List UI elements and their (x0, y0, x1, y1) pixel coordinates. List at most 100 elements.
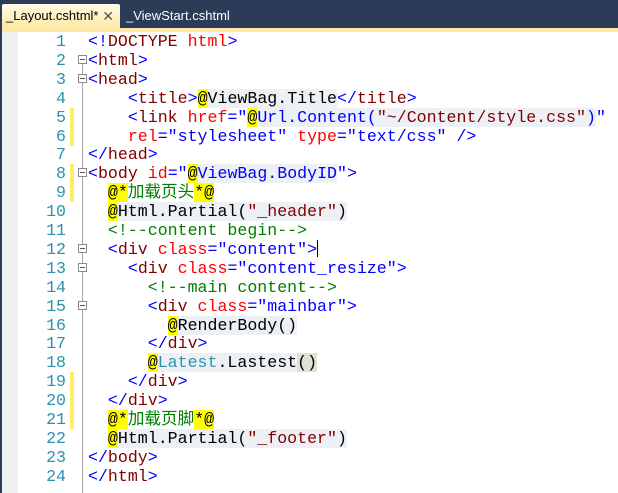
code-token: </ (88, 447, 108, 467)
close-icon[interactable]: ✕ (102, 4, 114, 28)
collapse-icon[interactable] (78, 243, 87, 253)
code-text: <!DOCTYPE html> (88, 32, 237, 51)
line-number: 13 (46, 258, 66, 278)
code-text: @Html.Partial("_header") (88, 202, 347, 222)
collapse-icon[interactable] (78, 262, 87, 272)
code-token: @ (147, 353, 158, 373)
code-token: > (227, 32, 238, 51)
tab-viewstart-cshtml[interactable]: _ViewStart.cshtml (122, 4, 230, 28)
code-token: < (107, 239, 118, 259)
code-line[interactable]: 18 @Latest.Lastest() (2, 353, 618, 373)
code-token: @ (247, 107, 258, 127)
code-text: <div class="mainbar"> (88, 297, 357, 316)
code-token: rel (127, 126, 158, 146)
code-line[interactable]: 17 </div> (2, 334, 618, 353)
code-token: ="text/css" (336, 126, 447, 146)
code-line[interactable]: 7 </head> (2, 145, 618, 164)
tab-layout-cshtml[interactable]: _Layout.cshtml* ✕ (2, 4, 120, 28)
code-token: *@ (194, 410, 215, 429)
code-token: 加载页脚 (127, 410, 195, 429)
change-marker (70, 183, 74, 203)
code-line[interactable]: 14 <!--main content--> (2, 278, 618, 297)
code-text: <link href="@Url.Content("~/Content/styl… (88, 107, 606, 127)
code-line[interactable]: 5 <link href="@Url.Content("~/Content/st… (2, 107, 618, 127)
code-token: <!--content begin--> (107, 221, 308, 240)
code-line[interactable]: 23 </body> (2, 448, 618, 467)
code-token: @* (107, 183, 128, 203)
code-text: </body> (88, 448, 158, 467)
code-token: div (127, 391, 158, 411)
code-token: div (157, 296, 188, 316)
code-token: < (127, 258, 138, 278)
code-token: ) (585, 107, 596, 127)
code-token: </ (88, 145, 108, 165)
code-token: html (107, 466, 148, 486)
code-editor[interactable]: 1 <!DOCTYPE html> 2 <html> 3 <head> 4 <title>@… (2, 32, 618, 493)
code-token: div (167, 334, 198, 354)
code-token: > (147, 466, 158, 486)
code-line[interactable]: 11 <!--content begin--> (2, 221, 618, 240)
code-token: ) (336, 428, 347, 448)
code-token: < (88, 50, 98, 70)
code-line[interactable]: 9 @*加载页头*@ (2, 183, 618, 203)
change-marker (70, 410, 74, 429)
code-line[interactable]: 1 <!DOCTYPE html> (2, 32, 618, 51)
code-token: <! (88, 32, 108, 51)
code-token: > (137, 69, 148, 89)
line-number: 18 (46, 353, 66, 373)
code-token: @ (167, 315, 178, 335)
code-token: =" (227, 107, 248, 127)
code-text: @*加载页头*@ (88, 183, 215, 203)
code-line[interactable]: 8 <body id="@ViewBag.BodyID"> (2, 164, 618, 184)
code-token: > (147, 145, 158, 165)
code-token: ViewBag.Title (207, 88, 337, 108)
code-line[interactable]: 4 <title>@ViewBag.Title</title> (2, 88, 618, 108)
code-text: <div class="content_resize"> (88, 259, 407, 278)
code-token: @ (187, 164, 198, 184)
code-token: DOCTYPE (107, 32, 178, 51)
code-token: </ (337, 88, 357, 108)
collapse-icon[interactable] (78, 73, 87, 83)
code-token: RenderBody() (177, 315, 298, 335)
code-token: > (406, 88, 417, 108)
code-line[interactable]: 10 @Html.Partial("_header") (2, 202, 618, 222)
code-token: @ (107, 428, 118, 448)
code-token: < (88, 164, 98, 184)
code-line[interactable]: 3 <head> (2, 70, 618, 89)
collapse-icon[interactable] (78, 54, 87, 64)
code-token: </ (88, 466, 108, 486)
code-token: > (197, 334, 208, 354)
collapse-icon[interactable] (78, 168, 87, 178)
line-number: 20 (46, 391, 66, 411)
code-line[interactable]: 13 <div class="content_resize"> (2, 259, 618, 278)
code-token: div (137, 258, 168, 278)
code-token: () (297, 353, 318, 373)
code-token: < (127, 107, 138, 127)
collapse-icon[interactable] (78, 300, 87, 310)
code-token: @* (107, 410, 128, 429)
code-token: ViewBag.BodyID (197, 164, 337, 184)
code-token: " (595, 107, 606, 127)
code-line[interactable]: 15 <div class="mainbar"> (2, 297, 618, 316)
code-text: @Latest.Lastest() (88, 353, 318, 373)
line-number: 24 (46, 466, 66, 486)
code-token: div (117, 239, 148, 259)
code-line[interactable]: 21 @*加载页脚*@ (2, 410, 618, 429)
line-number: 14 (46, 277, 66, 297)
code-token: "_footer" (247, 428, 337, 448)
code-line[interactable]: 12 <div class="content"> (2, 239, 618, 259)
code-text: <html> (88, 51, 148, 70)
code-token: ="content_resize"> (227, 258, 407, 278)
code-line[interactable]: 19 </div> (2, 372, 618, 392)
code-line[interactable]: 16 @RenderBody() (2, 315, 618, 335)
code-line[interactable]: 6 rel="stylesheet" type="text/css" /> (2, 126, 618, 146)
code-line[interactable]: 2 <html> (2, 51, 618, 70)
line-number: 19 (46, 372, 66, 392)
code-token: head (107, 145, 148, 165)
code-line[interactable]: 22 @Html.Partial("_footer") (2, 428, 618, 448)
code-line[interactable]: 20 </div> (2, 391, 618, 411)
code-line[interactable]: 24 </html> (2, 467, 618, 486)
